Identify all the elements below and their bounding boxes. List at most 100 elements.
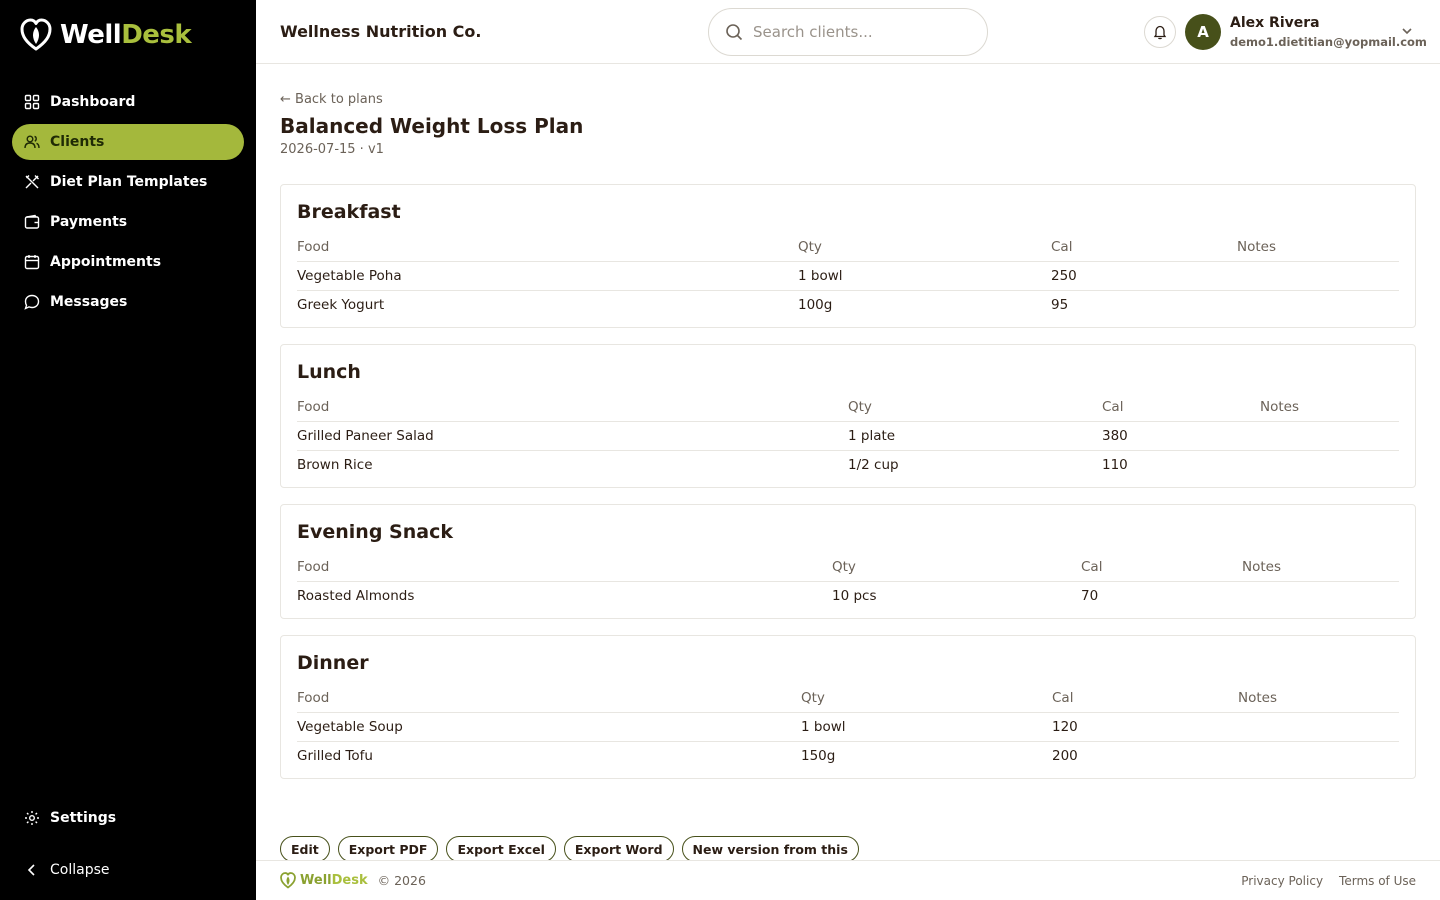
notes-cell xyxy=(1237,289,1399,319)
heart-leaf-icon xyxy=(20,18,52,51)
column-header-qty: Qty xyxy=(798,233,1051,262)
grid-icon xyxy=(24,94,40,110)
meal-card-breakfast: Breakfast Food Qty Cal Notes Vegetable P… xyxy=(280,184,1416,328)
footer-brand: WellDesk © 2026 xyxy=(280,872,426,889)
notes-cell xyxy=(1238,740,1399,770)
meal-table: Food Qty Cal Notes Vegetable Poha 1 bowl… xyxy=(297,233,1399,319)
plan-meta: 2026-07-15 · v1 xyxy=(280,142,384,157)
notes-cell xyxy=(1242,581,1399,610)
chat-icon xyxy=(24,294,40,310)
chevron-down-icon[interactable] xyxy=(1400,24,1414,38)
sidebar-item-payments[interactable]: Payments xyxy=(12,204,244,240)
sidebar-item-clients[interactable]: Clients xyxy=(12,124,244,160)
footer-links: Privacy Policy Terms of Use xyxy=(1241,874,1416,888)
meal-card-evening-snack: Evening Snack Food Qty Cal Notes Roasted… xyxy=(280,504,1416,619)
meal-card-lunch: Lunch Food Qty Cal Notes Grilled Paneer … xyxy=(280,344,1416,488)
column-header-qty: Qty xyxy=(848,393,1102,422)
table-row: Vegetable Poha 1 bowl 250 xyxy=(297,261,1399,290)
food-cell: Grilled Tofu xyxy=(297,740,801,770)
privacy-policy-link[interactable]: Privacy Policy xyxy=(1241,874,1323,888)
notes-cell xyxy=(1237,261,1399,290)
plan-actions: Edit Export PDF Export Excel Export Word… xyxy=(280,836,859,860)
sidebar-item-label: Settings xyxy=(50,810,117,826)
utensils-icon xyxy=(25,175,39,189)
avatar[interactable]: A xyxy=(1185,14,1221,50)
export-word-button[interactable]: Export Word xyxy=(563,836,674,860)
table-row: Roasted Almonds 10 pcs 70 xyxy=(297,581,1399,610)
qty-cell: 1 bowl xyxy=(798,267,843,284)
sidebar: WellDesk Dashboard Clients Diet Plan Tem… xyxy=(0,0,256,900)
meal-table: Food Qty Cal Notes Vegetable Soup 1 bowl… xyxy=(297,684,1399,770)
back-to-plans-link[interactable]: ← Back to plans xyxy=(280,92,383,107)
food-cell: Brown Rice xyxy=(297,449,848,479)
user-name: Alex Rivera xyxy=(1230,15,1320,31)
meal-title: Evening Snack xyxy=(297,521,453,543)
table-row: Brown Rice 1/2 cup 110 xyxy=(297,449,1399,479)
copyright: © 2026 xyxy=(377,873,426,888)
notes-cell xyxy=(1260,449,1399,479)
cal-cell: 380 xyxy=(1102,427,1128,444)
cal-cell: 200 xyxy=(1052,740,1238,770)
column-header-notes: Notes xyxy=(1260,393,1399,422)
qty-cell: 100g xyxy=(798,289,1051,319)
meal-title: Breakfast xyxy=(297,201,401,223)
footer-brand-name: WellDesk xyxy=(300,873,368,888)
wallet-icon xyxy=(24,214,40,229)
cal-cell: 120 xyxy=(1052,718,1078,735)
table-row: Grilled Paneer Salad 1 plate 380 xyxy=(297,421,1399,450)
sidebar-item-dashboard[interactable]: Dashboard xyxy=(12,84,244,120)
sidebar-item-messages[interactable]: Messages xyxy=(12,284,244,320)
table-row: Grilled Tofu 150g 200 xyxy=(297,740,1399,770)
sidebar-item-label: Diet Plan Templates xyxy=(50,174,208,190)
qty-cell: 1 plate xyxy=(848,427,896,444)
new-version-button[interactable]: New version from this xyxy=(681,836,859,860)
calendar-icon xyxy=(24,255,40,270)
food-cell: Roasted Almonds xyxy=(297,587,415,604)
terms-of-use-link[interactable]: Terms of Use xyxy=(1339,874,1416,888)
sidebar-collapse-button[interactable]: Collapse xyxy=(12,852,244,888)
main-content: ← Back to plans Balanced Weight Loss Pla… xyxy=(256,64,1440,860)
meal-title: Lunch xyxy=(297,361,361,383)
footer: WellDesk © 2026 Privacy Policy Terms of … xyxy=(256,860,1440,900)
cal-cell: 70 xyxy=(1081,587,1099,604)
meal-card-dinner: Dinner Food Qty Cal Notes Vegetable Soup… xyxy=(280,635,1416,779)
sidebar-item-appointments[interactable]: Appointments xyxy=(12,244,244,280)
top-header: Wellness Nutrition Co. A Alex Rivera dem… xyxy=(256,0,1440,64)
users-icon xyxy=(24,135,40,149)
search-input[interactable] xyxy=(753,23,953,41)
column-header-notes: Notes xyxy=(1238,684,1399,713)
sidebar-item-settings[interactable]: Settings xyxy=(12,800,244,836)
table-row: Vegetable Soup 1 bowl 120 xyxy=(297,712,1399,741)
notifications-button[interactable] xyxy=(1144,16,1176,48)
qty-cell: 150g xyxy=(801,740,1052,770)
qty-cell: 1/2 cup xyxy=(848,449,1102,479)
column-header-food: Food xyxy=(297,684,801,713)
column-header-cal: Cal xyxy=(1051,233,1237,262)
column-header-notes: Notes xyxy=(1237,233,1399,262)
export-pdf-button[interactable]: Export PDF xyxy=(337,836,439,860)
organization-name: Wellness Nutrition Co. xyxy=(280,22,482,41)
food-cell: Greek Yogurt xyxy=(297,289,798,319)
column-header-cal: Cal xyxy=(1081,553,1242,582)
meals-list: Breakfast Food Qty Cal Notes Vegetable P… xyxy=(280,184,1416,795)
sidebar-item-diet-plan-templates[interactable]: Diet Plan Templates xyxy=(12,164,244,200)
sidebar-item-label: Dashboard xyxy=(50,94,136,110)
food-cell: Vegetable Poha xyxy=(297,267,402,284)
sidebar-item-label: Messages xyxy=(50,294,128,310)
cal-cell: 95 xyxy=(1051,289,1237,319)
column-header-qty: Qty xyxy=(832,553,1081,582)
heart-leaf-icon xyxy=(280,872,296,889)
column-header-food: Food xyxy=(297,393,848,422)
edit-button[interactable]: Edit xyxy=(280,836,330,860)
column-header-qty: Qty xyxy=(801,684,1052,713)
column-header-notes: Notes xyxy=(1242,553,1399,582)
food-cell: Grilled Paneer Salad xyxy=(297,427,434,444)
export-excel-button[interactable]: Export Excel xyxy=(446,836,556,860)
sidebar-nav: Dashboard Clients Diet Plan Templates Pa… xyxy=(12,84,244,324)
qty-cell: 1 bowl xyxy=(801,718,846,735)
brand-logo[interactable]: WellDesk xyxy=(20,18,192,52)
notes-cell xyxy=(1238,712,1399,741)
meal-table: Food Qty Cal Notes Grilled Paneer Salad … xyxy=(297,393,1399,479)
chevron-left-icon xyxy=(27,864,35,876)
search-box[interactable] xyxy=(708,8,988,56)
